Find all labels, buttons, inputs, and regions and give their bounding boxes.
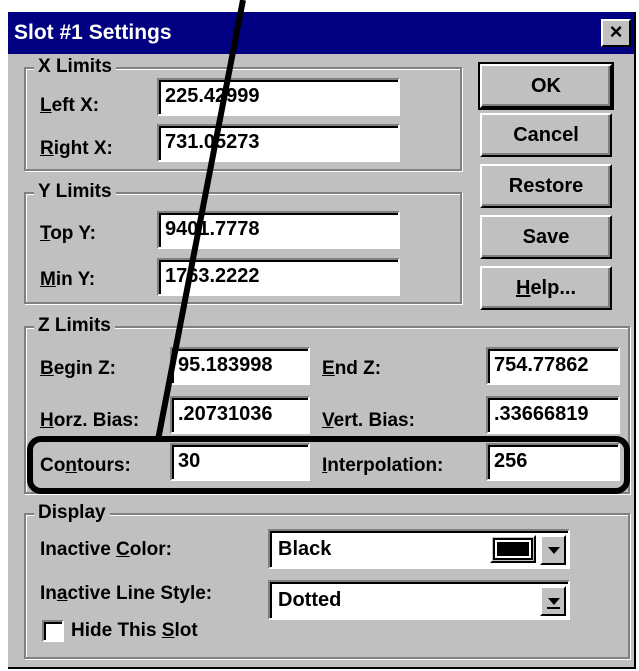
annotation-pointer bbox=[155, 0, 246, 441]
annotation-highlight bbox=[27, 436, 630, 494]
